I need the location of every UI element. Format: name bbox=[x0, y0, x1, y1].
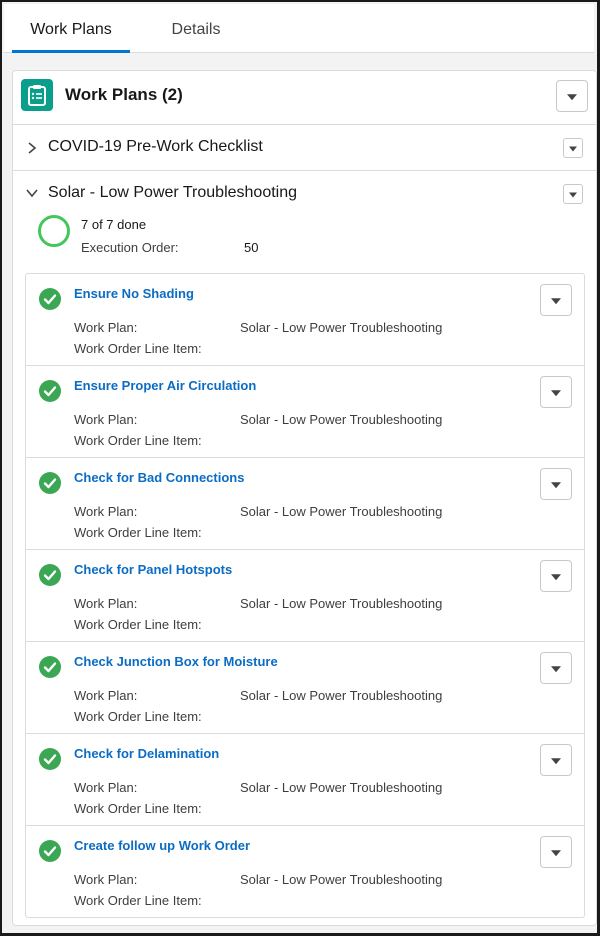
section-covid-checklist[interactable]: COVID-19 Pre-Work Checklist bbox=[13, 125, 596, 171]
work-plan-label: Work Plan: bbox=[74, 780, 138, 795]
work-step-row: Ensure No Shading Work Plan: Solar - Low P… bbox=[26, 274, 584, 366]
work-step-row: Ensure Proper Air Circulation Work Plan: S… bbox=[26, 366, 584, 458]
section-label: COVID-19 Pre-Work Checklist bbox=[48, 138, 263, 155]
work-plan-value: Solar - Low Power Troubleshooting bbox=[240, 504, 443, 519]
work-plan-label: Work Plan: bbox=[74, 320, 138, 335]
section-solar-troubleshooting[interactable]: Solar - Low Power Troubleshooting bbox=[13, 171, 596, 217]
execution-order-value: 50 bbox=[244, 240, 259, 255]
work-step-title[interactable]: Check for Delamination bbox=[74, 746, 219, 761]
work-step-title[interactable]: Ensure No Shading bbox=[74, 286, 194, 301]
work-step-title[interactable]: Check for Bad Connections bbox=[74, 470, 244, 485]
section-menu-button[interactable] bbox=[563, 184, 583, 204]
work-order-line-item-label: Work Order Line Item: bbox=[74, 433, 202, 448]
work-plan-label: Work Plan: bbox=[74, 504, 138, 519]
work-plan-value: Solar - Low Power Troubleshooting bbox=[240, 596, 443, 611]
work-step-row: Check for Bad Connections Work Plan: Solar… bbox=[26, 458, 584, 550]
work-plan-value: Solar - Low Power Troubleshooting bbox=[240, 872, 443, 887]
check-circle-icon bbox=[39, 748, 61, 770]
step-menu-button[interactable] bbox=[540, 560, 572, 592]
work-step-title[interactable]: Ensure Proper Air Circulation bbox=[74, 378, 256, 393]
check-circle-icon bbox=[39, 472, 61, 494]
check-circle-icon bbox=[39, 380, 61, 402]
work-plans-card: Work Plans (2) COVID-19 Pre-Work Checkli… bbox=[12, 70, 597, 926]
execution-order-label: Execution Order: bbox=[81, 240, 179, 255]
chevron-right-icon[interactable] bbox=[27, 141, 37, 155]
check-circle-icon bbox=[39, 656, 61, 678]
work-step-title[interactable]: Check Junction Box for Moisture bbox=[74, 654, 278, 669]
check-circle-icon bbox=[39, 288, 61, 310]
tab-work-plans[interactable]: Work Plans bbox=[12, 4, 130, 53]
work-order-line-item-label: Work Order Line Item: bbox=[74, 617, 202, 632]
work-plan-label: Work Plan: bbox=[74, 872, 138, 887]
work-plan-value: Solar - Low Power Troubleshooting bbox=[240, 780, 443, 795]
work-plan-icon bbox=[21, 79, 53, 111]
check-circle-icon bbox=[39, 840, 61, 862]
work-step-title[interactable]: Create follow up Work Order bbox=[74, 838, 250, 853]
work-step-row: Check for Delamination Work Plan: Solar - … bbox=[26, 734, 584, 826]
tab-bar: Work Plans Details bbox=[4, 4, 594, 53]
work-plan-label: Work Plan: bbox=[74, 412, 138, 427]
work-plan-value: Solar - Low Power Troubleshooting bbox=[240, 320, 443, 335]
step-menu-button[interactable] bbox=[540, 744, 572, 776]
progress-ring-icon bbox=[38, 215, 70, 247]
step-menu-button[interactable] bbox=[540, 652, 572, 684]
chevron-down-icon[interactable] bbox=[25, 188, 39, 198]
work-steps-list: Ensure No Shading Work Plan: Solar - Low P… bbox=[25, 273, 585, 918]
work-order-line-item-label: Work Order Line Item: bbox=[74, 893, 202, 908]
work-plan-value: Solar - Low Power Troubleshooting bbox=[240, 412, 443, 427]
work-plan-label: Work Plan: bbox=[74, 596, 138, 611]
progress-text: 7 of 7 done bbox=[81, 217, 147, 232]
tab-details[interactable]: Details bbox=[154, 4, 238, 52]
work-step-row: Create follow up Work Order Work Plan: Sol… bbox=[26, 826, 584, 918]
step-menu-button[interactable] bbox=[540, 836, 572, 868]
work-order-line-item-label: Work Order Line Item: bbox=[74, 525, 202, 540]
check-circle-icon bbox=[39, 564, 61, 586]
card-title: Work Plans (2) bbox=[65, 85, 183, 104]
work-step-title[interactable]: Check for Panel Hotspots bbox=[74, 562, 232, 577]
work-order-line-item-label: Work Order Line Item: bbox=[74, 709, 202, 724]
step-menu-button[interactable] bbox=[540, 468, 572, 500]
window-frame: Work Plans Details Work Plans (2) COVID-… bbox=[0, 0, 600, 936]
work-plan-label: Work Plan: bbox=[74, 688, 138, 703]
step-menu-button[interactable] bbox=[540, 284, 572, 316]
card-menu-button[interactable] bbox=[556, 80, 588, 112]
work-step-row: Check for Panel Hotspots Work Plan: Solar … bbox=[26, 550, 584, 642]
card-header: Work Plans (2) bbox=[13, 71, 596, 125]
work-step-row: Check Junction Box for Moisture Work Plan… bbox=[26, 642, 584, 734]
step-menu-button[interactable] bbox=[540, 376, 572, 408]
section-menu-button[interactable] bbox=[563, 138, 583, 158]
work-order-line-item-label: Work Order Line Item: bbox=[74, 801, 202, 816]
work-order-line-item-label: Work Order Line Item: bbox=[74, 341, 202, 356]
section-label: Solar - Low Power Troubleshooting bbox=[48, 184, 298, 201]
work-plan-value: Solar - Low Power Troubleshooting bbox=[240, 688, 443, 703]
